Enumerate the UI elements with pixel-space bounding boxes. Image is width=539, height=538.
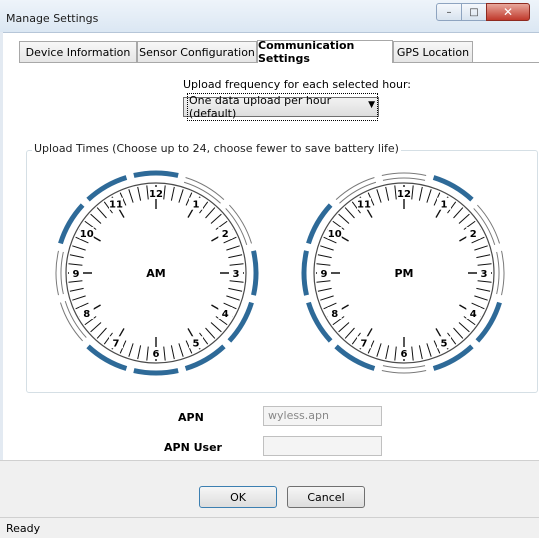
pm-hour-segment-6[interactable] (381, 370, 427, 374)
status-bar: Ready (0, 517, 539, 538)
pm-hour-number-6: 6 (401, 349, 408, 360)
am-hour-segment-6[interactable] (133, 368, 179, 376)
am-hour-number-4: 4 (222, 309, 229, 320)
minimize-button[interactable]: – (436, 3, 462, 21)
am-hour-number-3: 3 (233, 269, 240, 280)
am-hour-number-9: 9 (73, 269, 80, 280)
am-hour-number-2: 2 (222, 229, 229, 240)
am-center-label: AM (146, 267, 165, 280)
upload-times-label: Upload Times (Choose up to 24, choose fe… (32, 142, 401, 155)
pm-hour-number-1: 1 (441, 200, 448, 211)
pm-hour-number-8: 8 (331, 309, 338, 320)
pm-hour-segment-inner-6 (382, 365, 426, 369)
apn-user-input[interactable] (263, 436, 382, 456)
dropdown-arrow-icon: ▼ (368, 100, 375, 110)
maximize-button[interactable]: □ (461, 3, 487, 21)
status-text: Ready (6, 522, 41, 535)
am-hour-number-7: 7 (113, 338, 120, 349)
pm-center-label: PM (394, 267, 413, 280)
pm-hour-number-9: 9 (321, 269, 328, 280)
pm-hour-number-2: 2 (470, 229, 477, 240)
am-clock[interactable]: 121234567891011AM (49, 166, 263, 380)
close-button[interactable]: ✕ (486, 3, 530, 21)
cancel-button[interactable]: Cancel (287, 486, 365, 508)
title-bar: Manage Settings – □ ✕ (0, 0, 539, 33)
am-hour-segment-inner-9 (60, 251, 64, 295)
pm-hour-segment-9[interactable] (301, 250, 309, 296)
window-title: Manage Settings (6, 12, 99, 25)
pm-hour-number-12: 12 (397, 189, 411, 200)
ok-button[interactable]: OK (199, 486, 277, 508)
am-hour-number-12: 12 (149, 189, 163, 200)
pm-hour-segment-inner-3 (496, 251, 500, 295)
am-hour-number-5: 5 (193, 338, 200, 349)
tab-device-information[interactable]: Device Information (19, 41, 137, 62)
tab-strip: Device Information Sensor Configuration … (19, 39, 539, 65)
pm-hour-segment-inner-12 (382, 177, 426, 181)
pm-hour-number-4: 4 (470, 309, 477, 320)
pm-hour-segment-3[interactable] (501, 250, 505, 296)
upload-frequency-select[interactable]: One data upload per hour (default) ▼ (183, 93, 379, 121)
pm-clock[interactable]: 121234567891011PM (297, 166, 511, 380)
pm-hour-number-5: 5 (441, 338, 448, 349)
upload-frequency-value: One data upload per hour (default) (187, 93, 378, 121)
tab-gps-location[interactable]: GPS Location (393, 41, 473, 62)
tab-sensor-configuration[interactable]: Sensor Configuration (137, 41, 257, 62)
pm-hour-number-3: 3 (481, 269, 488, 280)
tab-communication-settings[interactable]: Communication Settings (257, 39, 393, 65)
window-left-border (0, 32, 3, 460)
am-hour-number-6: 6 (153, 349, 160, 360)
pm-hour-number-11: 11 (357, 200, 371, 211)
apn-user-label: APN User (164, 441, 222, 454)
am-hour-number-10: 10 (80, 229, 94, 240)
am-hour-segment-9[interactable] (55, 250, 59, 296)
am-hour-number-1: 1 (193, 200, 200, 211)
manage-settings-window: Manage Settings – □ ✕ Device Information… (0, 0, 539, 538)
am-hour-number-11: 11 (109, 200, 123, 211)
am-hour-segment-12[interactable] (133, 170, 179, 178)
apn-input[interactable]: wyless.apn (263, 406, 382, 426)
am-hour-number-8: 8 (83, 309, 90, 320)
upload-frequency-label: Upload frequency for each selected hour: (183, 78, 411, 91)
apn-label: APN (178, 411, 204, 424)
pm-hour-number-7: 7 (361, 338, 368, 349)
pm-hour-number-10: 10 (328, 229, 342, 240)
pm-hour-segment-12[interactable] (381, 172, 427, 176)
am-hour-segment-3[interactable] (251, 250, 259, 296)
